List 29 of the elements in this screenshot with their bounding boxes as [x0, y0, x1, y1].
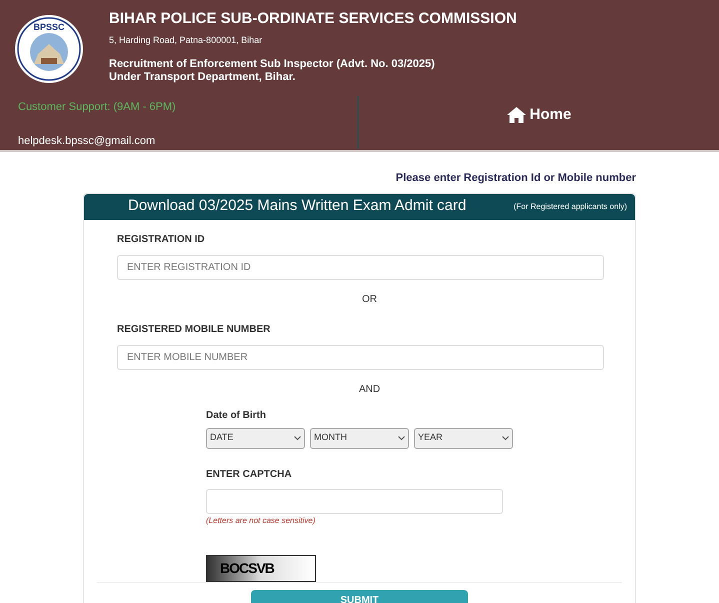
card-subtitle: (For Registered applicants only): [514, 200, 627, 212]
support-email: helpdesk.bpssc@gmail.com: [18, 134, 156, 148]
and-text: AND: [358, 382, 380, 396]
home-link[interactable]: Home: [506, 104, 572, 126]
dob-label: Date of Birth: [206, 408, 267, 422]
captcha-field[interactable]: [206, 488, 503, 514]
chevron-down-icon: [294, 436, 301, 440]
registration-id-field[interactable]: ENTER REGISTRATION ID: [117, 254, 604, 280]
or-text: OR: [361, 292, 377, 306]
captcha-label: ENTER CAPTCHA: [206, 468, 293, 482]
dob-select[interactable]: DATE: [206, 428, 305, 448]
captcha-image: BOCSVB: [206, 554, 316, 582]
recruitment-text: Recruitment of Enforcement Sub Inspector (Advt. No. 03/2025): [109, 58, 436, 70]
emblem-logo: BPSSC: [14, 14, 84, 84]
dob-select[interactable]: MONTH: [310, 428, 409, 448]
field-label: REGISTRATION ID: [117, 232, 206, 246]
field-label: REGISTERED MOBILE NUMBER: [117, 322, 272, 336]
support-hours: Customer Support: (9AM - 6PM): [18, 100, 177, 115]
captcha-hint: (Letters are not case sensitive): [206, 514, 316, 526]
card-title: Download 03/2025 Mains Written Exam Admit card: [128, 196, 466, 216]
address-text: 5, Harding Road, Patna-800001, Bihar: [109, 34, 264, 47]
commission-title: BIHAR POLICE SUB-ORDINATE SERVICES COMMISSION: [109, 10, 517, 28]
recruitment-text: Under Transport Department, Bihar.: [109, 70, 296, 84]
chevron-down-icon: [502, 436, 509, 440]
notice-text: Please enter Registration Id or Mobile number: [396, 171, 636, 186]
dob-select[interactable]: YEAR: [414, 428, 513, 448]
chevron-down-icon: [398, 436, 405, 440]
home-icon: [506, 107, 526, 123]
mobile-number-field[interactable]: ENTER MOBILE NUMBER: [117, 344, 604, 370]
